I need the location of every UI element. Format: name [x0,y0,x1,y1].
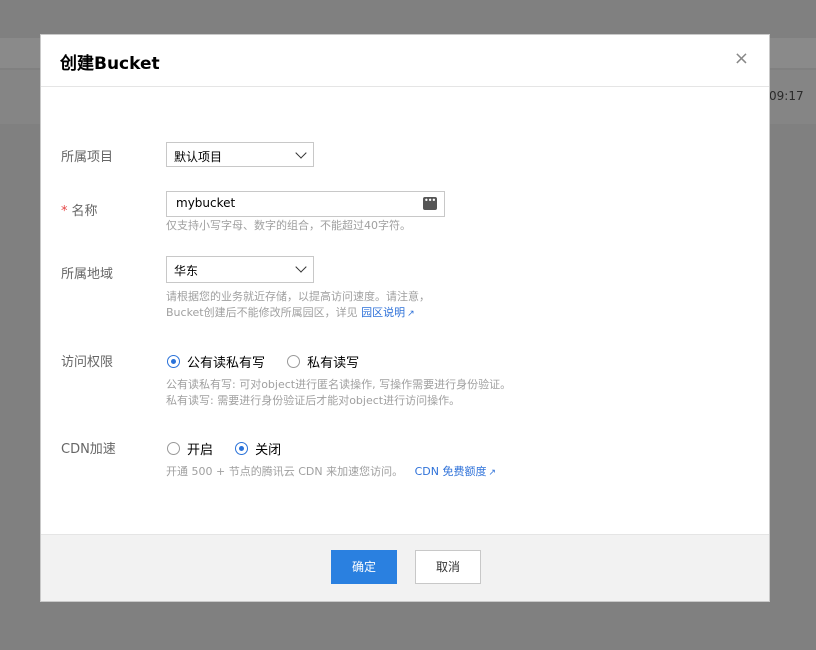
access-radio-group: 公有读私有写 私有读写 [167,352,377,372]
region-help-line2: Bucket创建后不能修改所属园区，详见 园区说明 ↗ [166,305,430,322]
radio-public-read[interactable]: 公有读私有写 [167,352,265,371]
radio-unchecked-icon [167,442,180,455]
close-icon[interactable]: × [734,48,749,69]
project-select[interactable]: 默认项目 [166,142,314,167]
background-timestamp: 09:17 [769,89,804,103]
region-info-link-text: 园区说明 [361,306,406,319]
chevron-down-icon [295,147,307,159]
chevron-down-icon [295,261,307,273]
cdn-radio-group: 开启 关闭 [167,439,299,459]
region-help-line2-text: Bucket创建后不能修改所属园区，详见 [166,306,358,319]
name-label-text: 名称 [71,204,98,219]
input-method-icon[interactable] [423,196,437,210]
cdn-free-quota-link[interactable]: CDN 免费额度 ↗ [415,465,496,478]
required-mark: * [61,204,68,219]
project-select-value: 默认项目 [174,150,223,164]
bucket-name-input[interactable] [176,196,416,210]
region-help-line1: 请根据您的业务就近存储，以提高访问速度。请注意， [166,290,430,303]
radio-private-label: 私有读写 [307,356,360,371]
dialog-header: 创建Bucket × [41,35,769,87]
region-label: 所属地域 [61,267,114,282]
cdn-help-text: 开通 500 + 节点的腾讯云 CDN 来加速您访问。 CDN 免费额度 ↗ [166,464,496,481]
create-bucket-dialog: 创建Bucket × 所属项目 默认项目 *名称 仅支持小写字母、数字的组合，不… [40,34,770,602]
access-label: 访问权限 [61,355,114,370]
radio-cdn-on[interactable]: 开启 [167,439,213,458]
bucket-name-field[interactable] [166,191,445,217]
dialog-title: 创建Bucket [60,54,160,74]
radio-public-read-label: 公有读私有写 [187,356,266,371]
dialog-footer: 确定 取消 [41,534,769,601]
access-help-line1: 公有读私有写: 可对object进行匿名读操作, 写操作需要进行身份验证。 [166,378,512,391]
region-select[interactable]: 华东 [166,256,314,283]
region-help-text: 请根据您的业务就近存储，以提高访问速度。请注意， Bucket创建后不能修改所属… [166,289,430,322]
radio-checked-icon [167,355,180,368]
radio-cdn-off-label: 关闭 [255,443,282,458]
cdn-help-text-body: 开通 500 + 节点的腾讯云 CDN 来加速您访问。 [166,465,404,478]
radio-checked-icon [235,442,249,455]
radio-unchecked-icon [287,355,301,368]
name-help-text: 仅支持小写字母、数字的组合，不能超过40字符。 [166,219,411,232]
radio-cdn-on-label: 开启 [187,443,214,458]
region-select-value: 华东 [174,264,199,278]
region-info-link[interactable]: 园区说明 ↗ [361,306,415,319]
cdn-free-quota-link-text: CDN 免费额度 [414,465,487,478]
project-label: 所属项目 [61,150,114,165]
access-help-text: 公有读私有写: 可对object进行匿名读操作, 写操作需要进行身份验证。 私有… [166,377,511,409]
access-help-line2: 私有读写: 需要进行身份验证后才能对object进行访问操作。 [166,394,461,407]
radio-cdn-off[interactable]: 关闭 [235,439,281,458]
cdn-label: CDN加速 [61,442,116,457]
name-label: * 名称 [61,200,98,219]
cancel-button[interactable]: 取消 [415,550,481,584]
external-link-icon: ↗ [488,468,497,478]
external-link-icon: ↗ [407,309,415,319]
confirm-button[interactable]: 确定 [331,550,397,584]
radio-private[interactable]: 私有读写 [287,352,359,371]
